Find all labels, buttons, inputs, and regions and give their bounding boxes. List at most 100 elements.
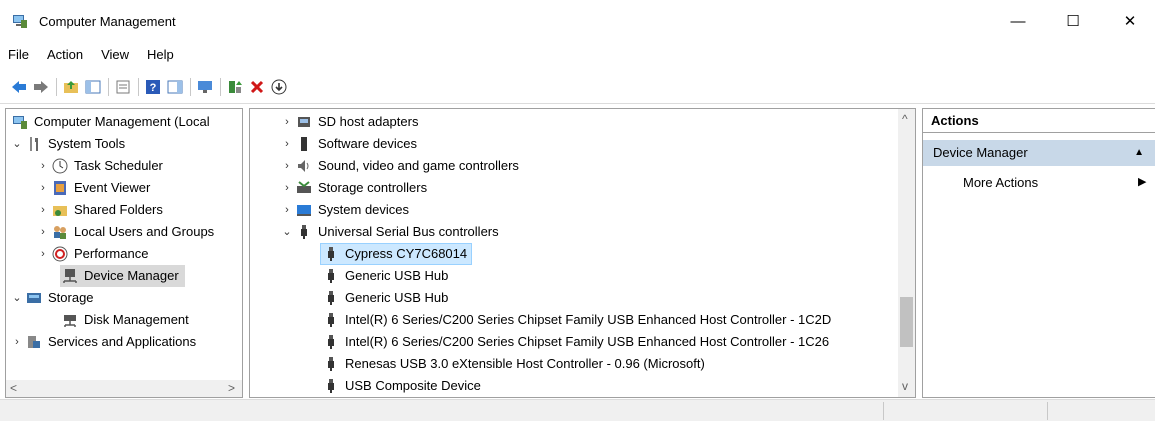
submenu-arrow-icon[interactable]: ▶ <box>1138 175 1146 188</box>
tree-item-label: Storage <box>48 290 94 305</box>
chevron-down-icon[interactable]: ⌄ <box>10 133 24 155</box>
actions-section-label: Device Manager <box>933 145 1028 160</box>
storage-icon <box>27 293 41 303</box>
device-item-renesas-usb3[interactable]: Renesas USB 3.0 eXtensible Host Controll… <box>321 353 705 375</box>
device-label: Storage controllers <box>318 180 428 195</box>
tree-item-label: Local Users and Groups <box>74 224 215 239</box>
tree-item-system-tools[interactable]: ⌄ System Tools <box>10 133 125 155</box>
update-driver-icon[interactable] <box>226 78 244 96</box>
tree-item-label: Task Scheduler <box>74 158 163 173</box>
device-item-intel-1c2d[interactable]: Intel(R) 6 Series/C200 Series Chipset Fa… <box>321 309 831 331</box>
device-category-storage-controllers[interactable]: › Storage controllers <box>280 177 427 199</box>
device-category-system-devices[interactable]: › System devices <box>280 199 409 221</box>
forward-arrow-icon[interactable] <box>32 78 50 96</box>
device-list-pane: › SD host adapters › Software devices › … <box>249 108 916 398</box>
tree-item-shared-folders[interactable]: › Shared Folders <box>36 199 163 221</box>
device-item-usb-composite[interactable]: USB Composite Device <box>321 375 481 397</box>
tree-item-computer-management[interactable]: Computer Management (Local <box>10 111 210 133</box>
tree-item-performance[interactable]: › Performance <box>36 243 148 265</box>
computer-management-app-icon <box>13 15 27 28</box>
tree-item-label: Event Viewer <box>74 180 151 195</box>
menu-bar: File Action View Help <box>0 44 183 66</box>
menu-help[interactable]: Help <box>138 44 183 66</box>
tree-item-label: Disk Management <box>84 312 189 327</box>
toolbar: ? <box>0 70 1155 104</box>
device-item-generic-usb-hub[interactable]: Generic USB Hub <box>321 287 448 309</box>
chevron-down-icon[interactable]: ⌄ <box>10 287 24 309</box>
device-item-cypress[interactable]: Cypress CY7C68014 <box>320 243 473 265</box>
actions-pane: Actions Device Manager ▲ More Actions ▶ <box>922 108 1155 398</box>
device-label: System devices <box>318 202 410 217</box>
device-item-intel-1c26[interactable]: Intel(R) 6 Series/C200 Series Chipset Fa… <box>321 331 829 353</box>
chevron-right-icon[interactable]: › <box>36 221 50 243</box>
device-label: Software devices <box>318 136 417 151</box>
device-category-sound-video-game[interactable]: › Sound, video and game controllers <box>280 155 519 177</box>
vertical-scrollbar[interactable]: ^ v <box>898 109 915 397</box>
device-category-usb-controllers[interactable]: ⌄ Universal Serial Bus controllers <box>280 221 499 243</box>
title-bar: Computer Management — ☐ ✕ <box>0 0 1155 42</box>
chevron-right-icon[interactable]: › <box>36 199 50 221</box>
back-arrow-icon[interactable] <box>10 78 28 96</box>
device-label: Intel(R) 6 Series/C200 Series Chipset Fa… <box>345 334 830 349</box>
tree-item-label: Device Manager <box>84 268 179 283</box>
device-label: Generic USB Hub <box>345 268 449 283</box>
usb-icon <box>328 379 334 393</box>
tree-item-storage[interactable]: ⌄ Storage <box>10 287 94 309</box>
tree-item-label: Shared Folders <box>74 202 163 217</box>
chevron-right-icon[interactable]: › <box>280 111 294 133</box>
chevron-right-icon[interactable]: › <box>280 133 294 155</box>
speaker-icon <box>298 160 309 172</box>
more-actions-label: More Actions <box>963 175 1039 190</box>
chevron-right-icon[interactable]: › <box>36 243 50 265</box>
device-manager-icon <box>63 269 77 283</box>
help-icon[interactable]: ? <box>144 78 162 96</box>
scroll-right-icon[interactable]: > <box>228 381 235 395</box>
chevron-right-icon[interactable]: › <box>280 155 294 177</box>
properties-icon[interactable] <box>114 78 132 96</box>
scroll-down-icon[interactable]: v <box>902 379 908 393</box>
tree-item-device-manager[interactable]: Device Manager <box>60 265 185 287</box>
chevron-right-icon[interactable]: › <box>36 177 50 199</box>
tools-icon <box>30 137 38 151</box>
actions-section-device-manager[interactable]: Device Manager ▲ <box>923 140 1155 166</box>
chevron-right-icon[interactable]: › <box>36 155 50 177</box>
close-button[interactable]: ✕ <box>1107 0 1153 42</box>
menu-view[interactable]: View <box>92 44 138 66</box>
uninstall-x-icon[interactable] <box>248 78 266 96</box>
device-label: Sound, video and game controllers <box>318 158 519 173</box>
chevron-right-icon[interactable]: › <box>10 331 24 353</box>
scan-download-icon[interactable] <box>270 78 288 96</box>
computer-management-window: Computer Management — ☐ ✕ File Action Vi… <box>0 0 1155 421</box>
scroll-thumb[interactable] <box>900 297 913 347</box>
chevron-right-icon[interactable]: › <box>280 177 294 199</box>
minimize-button[interactable]: — <box>995 0 1041 42</box>
up-folder-icon[interactable] <box>62 78 80 96</box>
tree-item-disk-management[interactable]: Disk Management <box>60 309 189 331</box>
tree-item-event-viewer[interactable]: › Event Viewer <box>36 177 150 199</box>
maximize-button[interactable]: ☐ <box>1050 0 1096 42</box>
action-pane-icon[interactable] <box>166 78 184 96</box>
more-actions-item[interactable]: More Actions <box>963 173 1038 193</box>
device-category-sd-host-adapters[interactable]: › SD host adapters <box>280 111 418 133</box>
device-label: Cypress CY7C68014 <box>345 246 468 261</box>
tree-item-label: Performance <box>74 246 149 261</box>
scroll-up-icon[interactable]: ^ <box>902 112 908 126</box>
menu-file[interactable]: File <box>0 44 38 66</box>
chevron-down-icon[interactable]: ⌄ <box>280 221 294 243</box>
status-bar <box>0 399 1155 421</box>
device-item-generic-usb-hub[interactable]: Generic USB Hub <box>321 265 448 287</box>
horizontal-scrollbar[interactable]: < > <box>6 380 242 397</box>
shared-folder-icon <box>53 206 67 216</box>
device-category-software-devices[interactable]: › Software devices <box>280 133 417 155</box>
collapse-up-icon[interactable]: ▲ <box>1134 140 1144 166</box>
device-label: Intel(R) 6 Series/C200 Series Chipset Fa… <box>345 312 832 327</box>
menu-action[interactable]: Action <box>38 44 92 66</box>
tree-item-local-users-groups[interactable]: › Local Users and Groups <box>36 221 214 243</box>
tree-item-task-scheduler[interactable]: › Task Scheduler <box>36 155 163 177</box>
monitor-icon[interactable] <box>196 78 214 96</box>
usb-icon <box>328 291 334 305</box>
tree-item-services-applications[interactable]: › Services and Applications <box>10 331 196 353</box>
scroll-left-icon[interactable]: < <box>10 381 17 395</box>
show-hide-tree-icon[interactable] <box>84 78 102 96</box>
chevron-right-icon[interactable]: › <box>280 199 294 221</box>
